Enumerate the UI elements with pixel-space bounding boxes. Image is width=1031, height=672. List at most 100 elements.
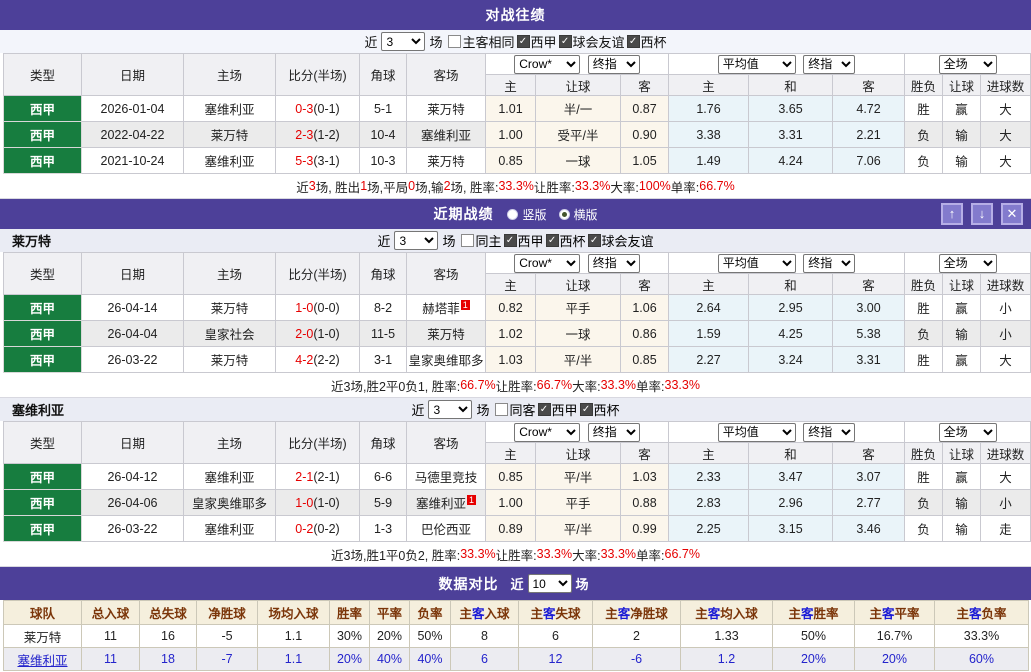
radio-horizontal-layout[interactable]: 横版 xyxy=(558,206,598,223)
checkbox-icon[interactable] xyxy=(461,234,475,247)
teamB-count-select[interactable]: 3 xyxy=(428,400,473,419)
filter-checkbox[interactable]: ✓ 西杯 xyxy=(626,32,667,51)
average-select[interactable]: 平均值 xyxy=(717,54,796,74)
text-segment: 33.3% xyxy=(536,547,573,561)
checkbox-icon[interactable]: ✓ xyxy=(558,35,572,48)
average-select[interactable]: 平均值 xyxy=(717,253,796,273)
bookmaker-select[interactable]: Crow* xyxy=(514,54,581,74)
recent-label: 近 xyxy=(510,577,524,592)
fulltime-select[interactable]: 全场 xyxy=(938,54,997,74)
text-segment: 主 xyxy=(605,607,618,621)
fulltime-select[interactable]: 全场 xyxy=(938,253,997,273)
cell: 大 xyxy=(980,463,1031,490)
filter-checkbox[interactable]: 同主 xyxy=(461,231,502,250)
radio-vertical-layout[interactable]: 竖版 xyxy=(507,206,547,223)
checkbox-icon[interactable]: ✓ xyxy=(587,234,601,247)
league-cell: 西甲 xyxy=(3,320,82,347)
radio-dot-icon[interactable] xyxy=(558,208,570,220)
col-draw-rate: 平率 xyxy=(369,600,410,625)
text-segment: 主 xyxy=(530,607,543,621)
cell: 塞维利亚 xyxy=(183,147,276,174)
checkbox-icon[interactable]: ✓ xyxy=(503,234,517,247)
team-name-cell[interactable]: 塞维利亚 xyxy=(3,647,82,671)
filter-checkbox[interactable]: ✓ 西甲 xyxy=(503,231,544,250)
cell: 0.87 xyxy=(619,95,670,122)
text-segment: 胜率 xyxy=(336,607,362,621)
cell: 胜 xyxy=(904,294,944,321)
close-button[interactable]: ✕ xyxy=(1001,203,1023,225)
scroll-up-button[interactable]: ↑ xyxy=(941,203,963,225)
text-segment: 66.7% xyxy=(664,547,700,561)
odds-time-select[interactable]: 终指 xyxy=(587,422,640,442)
text-segment: 4-2 xyxy=(295,352,314,367)
h2h-table: 类型 日期 主场 比分(半场) 角球 客场 Crow* 终指 平均值 终指 全场 xyxy=(3,53,1031,174)
league-cell: 西甲 xyxy=(3,147,82,174)
filter-checkbox[interactable]: 同客 xyxy=(495,400,536,419)
checkbox-icon[interactable] xyxy=(448,35,462,48)
cell: 巴伦西亚 xyxy=(406,515,486,542)
average-time-select[interactable]: 终指 xyxy=(803,253,856,273)
average-time-select[interactable]: 终指 xyxy=(803,54,856,74)
text-segment: 2-0 xyxy=(295,326,314,341)
cell: 负 xyxy=(904,320,944,347)
col-corner: 角球 xyxy=(359,252,407,295)
cell: 3.07 xyxy=(832,463,906,490)
cell: 塞维利亚 xyxy=(406,121,486,148)
bookmaker-select[interactable]: Crow* xyxy=(514,422,581,442)
bookmaker-select[interactable]: Crow* xyxy=(514,253,581,273)
filter-checkbox[interactable]: ✓ 球会友谊 xyxy=(558,32,625,51)
odds-time-select[interactable]: 终指 xyxy=(587,54,640,74)
checkbox-icon[interactable]: ✓ xyxy=(579,403,593,416)
filter-checkbox[interactable]: ✓ 西杯 xyxy=(545,231,586,250)
stat-cell: 20% xyxy=(854,647,935,671)
h2h-count-select[interactable]: 3 xyxy=(381,32,426,51)
league-cell: 西甲 xyxy=(3,346,82,373)
team-name[interactable]: 塞维利亚 xyxy=(17,654,67,668)
cell: 1.76 xyxy=(668,95,750,122)
filter-checkbox[interactable]: ✓ 球会友谊 xyxy=(587,231,654,250)
col-avg-goals: 场均入球 xyxy=(257,600,330,625)
col-ha-win-rate: 主客胜率 xyxy=(772,600,855,625)
odds-time-select[interactable]: 终指 xyxy=(587,253,640,273)
checkbox-icon[interactable]: ✓ xyxy=(516,35,530,48)
checkbox-icon[interactable]: ✓ xyxy=(626,35,640,48)
scroll-down-button[interactable]: ↓ xyxy=(971,203,993,225)
cell: 大 xyxy=(980,346,1031,373)
col-handicap: 让球 xyxy=(535,442,621,464)
average-time-select[interactable]: 终指 xyxy=(803,422,856,442)
cell: 1.05 xyxy=(619,147,670,174)
teamB-filter-checkboxes: 同客 ✓ 西甲 ✓ 西杯 xyxy=(493,400,620,419)
cell: 2.64 xyxy=(668,294,750,321)
matches-label: 场 xyxy=(429,35,443,50)
cell: 0.85 xyxy=(485,463,536,490)
stat-cell: 30% xyxy=(329,624,370,648)
cell: 小 xyxy=(980,294,1031,321)
col-result: 胜负 xyxy=(904,74,944,96)
average-select[interactable]: 平均值 xyxy=(717,422,796,442)
checkbox-icon[interactable] xyxy=(495,403,509,416)
filter-checkbox[interactable]: ✓ 西甲 xyxy=(516,32,557,51)
col-goals: 进球数 xyxy=(980,74,1031,96)
teamA-count-select[interactable]: 3 xyxy=(394,231,439,250)
compare-count-select[interactable]: 10 xyxy=(527,574,572,593)
checkbox-icon[interactable]: ✓ xyxy=(537,403,551,416)
odds-select-cell: Crow* 终指 xyxy=(484,252,670,274)
filter-checkbox[interactable]: ✓ 西甲 xyxy=(537,400,578,419)
text-segment: 客 xyxy=(800,607,814,621)
text-segment: 净胜球 xyxy=(208,607,246,621)
text-segment: 33.3% xyxy=(664,378,700,392)
cell: 26-04-04 xyxy=(81,320,184,347)
text-segment: 平率 xyxy=(894,607,920,621)
cell: 1.49 xyxy=(668,147,750,174)
filter-checkbox[interactable]: 主客相同 xyxy=(448,32,515,51)
col-avg-draw: 和 xyxy=(748,273,834,295)
fulltime-select[interactable]: 全场 xyxy=(938,422,997,442)
stat-cell: 40% xyxy=(369,647,410,671)
radio-icon[interactable] xyxy=(507,208,519,220)
checkbox-icon[interactable]: ✓ xyxy=(545,234,559,247)
cell[interactable]: 皇家奥维耶多 xyxy=(406,346,486,373)
stat-cell: 1.33 xyxy=(680,624,773,648)
col-ha-loss-rate: 主客负率 xyxy=(934,600,1029,625)
filter-checkbox[interactable]: ✓ 西杯 xyxy=(579,400,620,419)
col-type: 类型 xyxy=(3,53,82,96)
